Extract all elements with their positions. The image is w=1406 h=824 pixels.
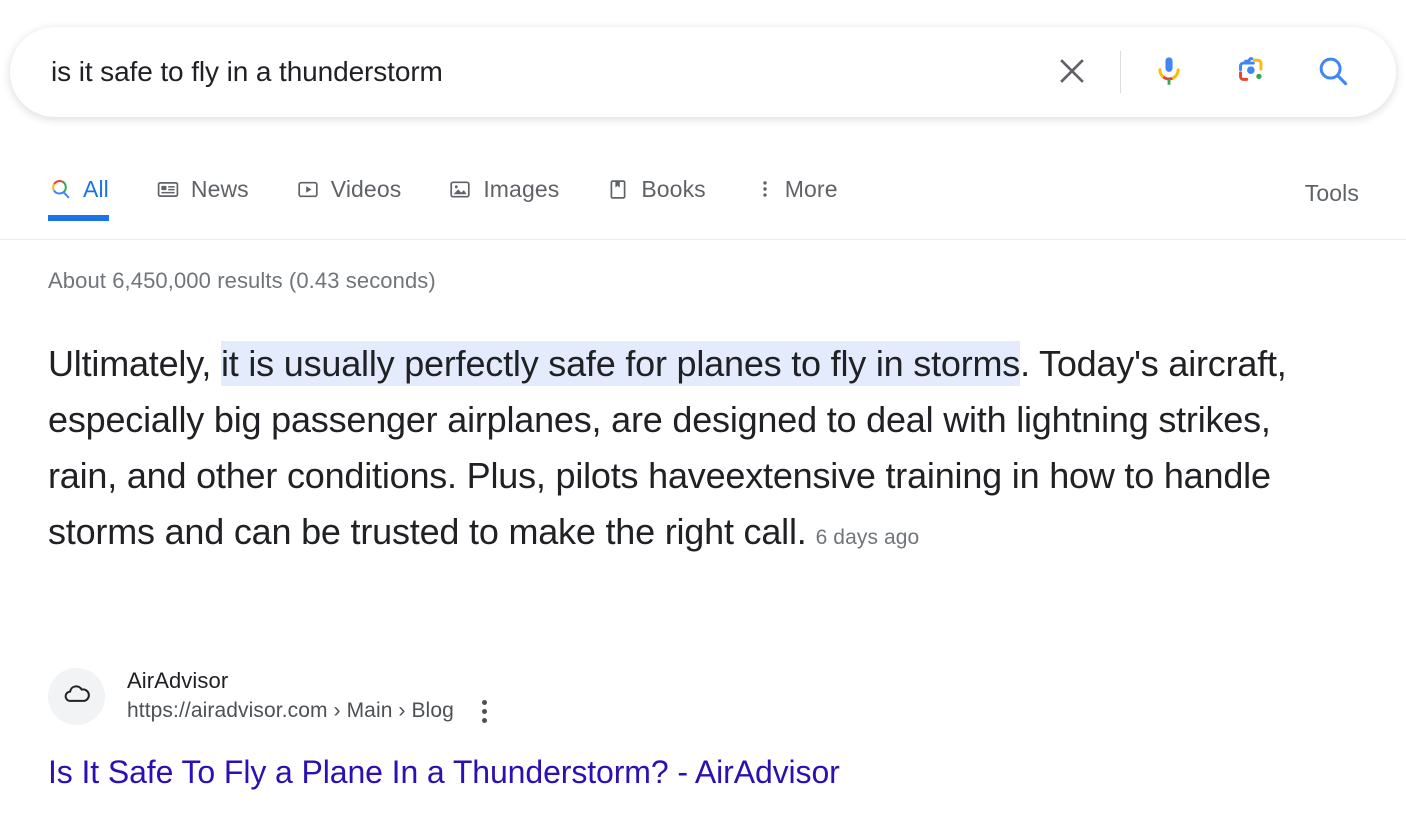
search-icon bbox=[1315, 53, 1351, 92]
image-icon bbox=[448, 177, 472, 201]
search-input[interactable] bbox=[11, 48, 1050, 96]
book-icon bbox=[606, 177, 630, 201]
snippet-highlight: it is usually perfectly safe for planes … bbox=[220, 341, 1021, 386]
tab-videos-label: Videos bbox=[330, 175, 402, 202]
lens-search-button[interactable] bbox=[1229, 50, 1273, 94]
kebab-dot bbox=[481, 708, 487, 714]
search-filter-nav: All News Videos Images Books More Tools bbox=[0, 160, 1406, 240]
search-divider bbox=[1120, 51, 1121, 93]
about-this-result-button[interactable] bbox=[476, 698, 493, 725]
kebab-dot bbox=[481, 699, 487, 705]
tab-list: All News Videos Images Books More bbox=[48, 160, 885, 239]
tab-news-label: News bbox=[190, 175, 249, 202]
tab-videos[interactable]: Videos bbox=[296, 160, 402, 218]
more-vertical-icon bbox=[753, 177, 777, 201]
result-title-link[interactable]: Is It Safe To Fly a Plane In a Thunderst… bbox=[48, 750, 840, 794]
snippet-lead: Ultimately, bbox=[48, 343, 221, 384]
search-actions bbox=[1050, 50, 1395, 94]
tab-more-label: More bbox=[784, 175, 838, 202]
result-source[interactable]: AirAdvisor https://airadvisor.com › Main… bbox=[48, 666, 493, 726]
breadcrumb: https://airadvisor.com › Main › Blog bbox=[127, 699, 454, 722]
google-lens-icon bbox=[1234, 54, 1268, 91]
search-submit-button[interactable] bbox=[1311, 50, 1355, 94]
kebab-dot bbox=[481, 717, 487, 723]
site-name: AirAdvisor bbox=[127, 668, 229, 693]
source-text: AirAdvisor https://airadvisor.com › Main… bbox=[127, 666, 493, 726]
cloud-icon bbox=[61, 678, 93, 715]
microphone-icon bbox=[1152, 54, 1186, 91]
favicon bbox=[48, 667, 105, 725]
tab-more[interactable]: More bbox=[753, 160, 838, 218]
tab-news[interactable]: News bbox=[156, 160, 249, 218]
clear-search-button[interactable] bbox=[1050, 50, 1094, 94]
tab-books[interactable]: Books bbox=[606, 160, 706, 218]
voice-search-button[interactable] bbox=[1147, 50, 1191, 94]
tab-all[interactable]: All bbox=[48, 160, 109, 221]
result-stats: About 6,450,000 results (0.43 seconds) bbox=[48, 268, 436, 293]
search-box[interactable] bbox=[10, 27, 1396, 117]
tab-images-label: Images bbox=[483, 175, 560, 202]
close-icon bbox=[1055, 54, 1089, 91]
tab-all-label: All bbox=[83, 175, 109, 202]
site-url-row: https://airadvisor.com › Main › Blog bbox=[127, 696, 493, 726]
tools-button[interactable]: Tools bbox=[1301, 174, 1363, 213]
google-search-icon bbox=[48, 177, 72, 201]
snippet-timestamp: 6 days ago bbox=[815, 526, 920, 549]
tab-books-label: Books bbox=[641, 175, 706, 202]
tab-images[interactable]: Images bbox=[448, 160, 559, 218]
news-icon bbox=[156, 177, 180, 201]
featured-snippet: Ultimately, it is usually perfectly safe… bbox=[48, 336, 1338, 566]
video-icon bbox=[296, 177, 320, 201]
